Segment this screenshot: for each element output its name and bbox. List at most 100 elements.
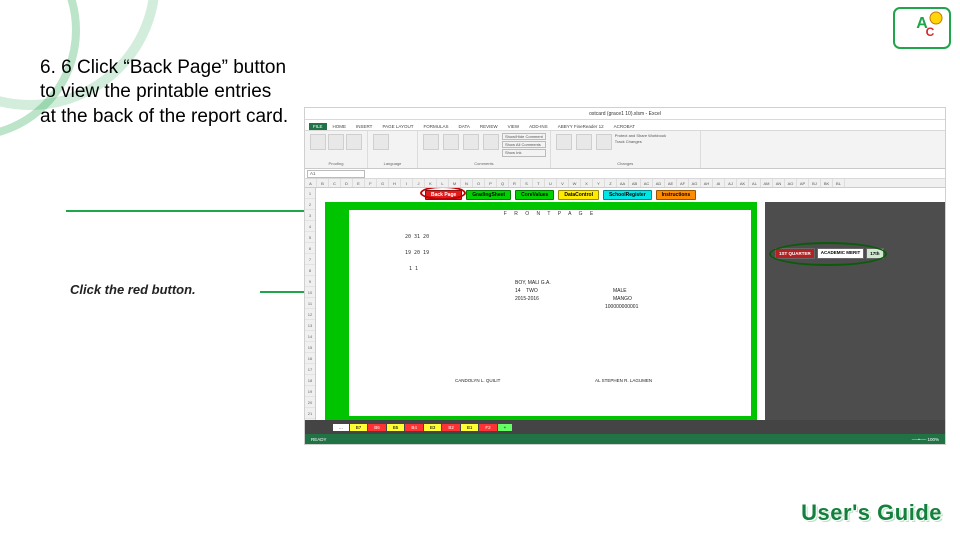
column-header[interactable]: I bbox=[401, 179, 413, 187]
column-header[interactable]: J bbox=[413, 179, 425, 187]
row-header[interactable]: 7 bbox=[305, 254, 315, 265]
column-header[interactable]: V bbox=[557, 179, 569, 187]
column-header[interactable]: AI bbox=[713, 179, 725, 187]
column-header[interactable]: B bbox=[317, 179, 329, 187]
row-header[interactable]: 18 bbox=[305, 375, 315, 386]
column-header[interactable]: M bbox=[449, 179, 461, 187]
macro-button-corevalues[interactable]: CoreValues bbox=[515, 190, 554, 200]
next-comment-icon[interactable] bbox=[483, 134, 499, 150]
show-hide-comment-button[interactable]: Show/Hide Comment bbox=[502, 133, 546, 140]
row-header[interactable]: 9 bbox=[305, 276, 315, 287]
column-header[interactable]: AC bbox=[641, 179, 653, 187]
macro-button-instructions[interactable]: Instructions bbox=[656, 190, 697, 200]
column-header[interactable]: L bbox=[437, 179, 449, 187]
ribbon-tab[interactable]: VIEW bbox=[504, 123, 524, 130]
column-header[interactable]: AD bbox=[653, 179, 665, 187]
track-changes-button[interactable]: Track Changes bbox=[615, 139, 666, 145]
column-header[interactable]: AF bbox=[677, 179, 689, 187]
sheet-tab[interactable]: + bbox=[498, 424, 513, 431]
column-header[interactable]: C bbox=[329, 179, 341, 187]
sheet-tab[interactable]: F2 bbox=[479, 424, 496, 431]
row-header[interactable]: 15 bbox=[305, 342, 315, 353]
column-header[interactable]: Y bbox=[593, 179, 605, 187]
ribbon-tab[interactable]: REVIEW bbox=[476, 123, 502, 130]
column-headers[interactable]: ABCDEFGHIJKLMNOPQRSTUVWXYZAAABACADAEAFAG… bbox=[305, 179, 945, 188]
spelling-icon[interactable] bbox=[310, 134, 326, 150]
ribbon-tab-file[interactable]: FILE bbox=[309, 123, 327, 130]
column-header[interactable]: BK bbox=[821, 179, 833, 187]
prev-comment-icon[interactable] bbox=[463, 134, 479, 150]
protect-workbook-icon[interactable] bbox=[576, 134, 592, 150]
zoom-controls[interactable]: ──•── 100% bbox=[912, 437, 939, 442]
ribbon-tab[interactable]: DATA bbox=[455, 123, 474, 130]
protect-sheet-icon[interactable] bbox=[556, 134, 572, 150]
column-header[interactable]: N bbox=[461, 179, 473, 187]
column-header[interactable]: E bbox=[353, 179, 365, 187]
ribbon-tab[interactable]: PAGE LAYOUT bbox=[378, 123, 417, 130]
ribbon-tab[interactable]: INSERT bbox=[352, 123, 376, 130]
delete-comment-icon[interactable] bbox=[443, 134, 459, 150]
column-header[interactable]: G bbox=[377, 179, 389, 187]
column-header[interactable]: R bbox=[509, 179, 521, 187]
row-header[interactable]: 14 bbox=[305, 331, 315, 342]
protect-share-button[interactable]: Protect and Share Workbook bbox=[615, 133, 666, 139]
ribbon-tab[interactable]: FORMULAS bbox=[420, 123, 453, 130]
ribbon-tabs[interactable]: FILE HOME INSERT PAGE LAYOUT FORMULAS DA… bbox=[305, 120, 945, 131]
sheet-tab[interactable]: B6 bbox=[368, 424, 386, 431]
show-ink-button[interactable]: Show Ink bbox=[502, 149, 546, 156]
column-header[interactable]: S bbox=[521, 179, 533, 187]
sheet-tab[interactable]: B5 bbox=[387, 424, 405, 431]
column-header[interactable]: AJ bbox=[725, 179, 737, 187]
column-header[interactable]: U bbox=[545, 179, 557, 187]
column-header[interactable]: AK bbox=[737, 179, 749, 187]
row-header[interactable]: 11 bbox=[305, 298, 315, 309]
name-box[interactable]: A1 bbox=[307, 170, 365, 178]
sheet-tab[interactable]: B3 bbox=[424, 424, 442, 431]
column-header[interactable]: AN bbox=[773, 179, 785, 187]
translate-icon[interactable] bbox=[373, 134, 389, 150]
ribbon-tab[interactable]: HOME bbox=[329, 123, 351, 130]
column-header[interactable]: AE bbox=[665, 179, 677, 187]
row-header[interactable]: 17 bbox=[305, 364, 315, 375]
macro-button-datacontrol[interactable]: DataControl bbox=[558, 190, 599, 200]
column-header[interactable]: AG bbox=[689, 179, 701, 187]
ribbon-tab[interactable]: ACROBAT bbox=[610, 123, 639, 130]
row-header[interactable]: 5 bbox=[305, 232, 315, 243]
row-header[interactable]: 3 bbox=[305, 210, 315, 221]
sheet-tab[interactable]: ... bbox=[333, 424, 349, 431]
column-header[interactable]: AM bbox=[761, 179, 773, 187]
sheet-tab[interactable]: B4 bbox=[405, 424, 423, 431]
column-header[interactable]: F bbox=[365, 179, 377, 187]
column-header[interactable]: AB bbox=[629, 179, 641, 187]
column-header[interactable]: BJ bbox=[809, 179, 821, 187]
row-header[interactable]: 12 bbox=[305, 309, 315, 320]
column-header[interactable]: K bbox=[425, 179, 437, 187]
row-header[interactable]: 19 bbox=[305, 386, 315, 397]
share-workbook-icon[interactable] bbox=[596, 134, 612, 150]
column-header[interactable]: A bbox=[305, 179, 317, 187]
row-headers[interactable]: 12345678910111213141516171819202122 bbox=[305, 188, 316, 428]
sheet-tab-bar[interactable]: ...B7B6B5B4B3B2B1F2+ bbox=[305, 420, 945, 434]
row-header[interactable]: 2 bbox=[305, 199, 315, 210]
macro-button-gradingsheet[interactable]: GradingSheet bbox=[466, 190, 511, 200]
column-header[interactable]: T bbox=[533, 179, 545, 187]
sheet-tab[interactable]: B1 bbox=[461, 424, 479, 431]
show-all-comments-button[interactable]: Show All Comments bbox=[502, 141, 546, 148]
row-header[interactable]: 21 bbox=[305, 408, 315, 419]
column-header[interactable]: AL bbox=[749, 179, 761, 187]
column-header[interactable]: AA bbox=[617, 179, 629, 187]
column-header[interactable]: X bbox=[581, 179, 593, 187]
column-header[interactable]: W bbox=[569, 179, 581, 187]
row-header[interactable]: 1 bbox=[305, 188, 315, 199]
column-header[interactable]: AP bbox=[797, 179, 809, 187]
thesaurus-icon[interactable] bbox=[346, 134, 362, 150]
row-header[interactable]: 16 bbox=[305, 353, 315, 364]
column-header[interactable]: D bbox=[341, 179, 353, 187]
worksheet-area[interactable]: 12345678910111213141516171819202122 Back… bbox=[305, 188, 945, 428]
column-header[interactable]: AH bbox=[701, 179, 713, 187]
research-icon[interactable] bbox=[328, 134, 344, 150]
row-header[interactable]: 6 bbox=[305, 243, 315, 254]
row-header[interactable]: 10 bbox=[305, 287, 315, 298]
ribbon-tab[interactable]: ABBYY FineReader 12 bbox=[554, 123, 608, 130]
column-header[interactable]: BL bbox=[833, 179, 845, 187]
